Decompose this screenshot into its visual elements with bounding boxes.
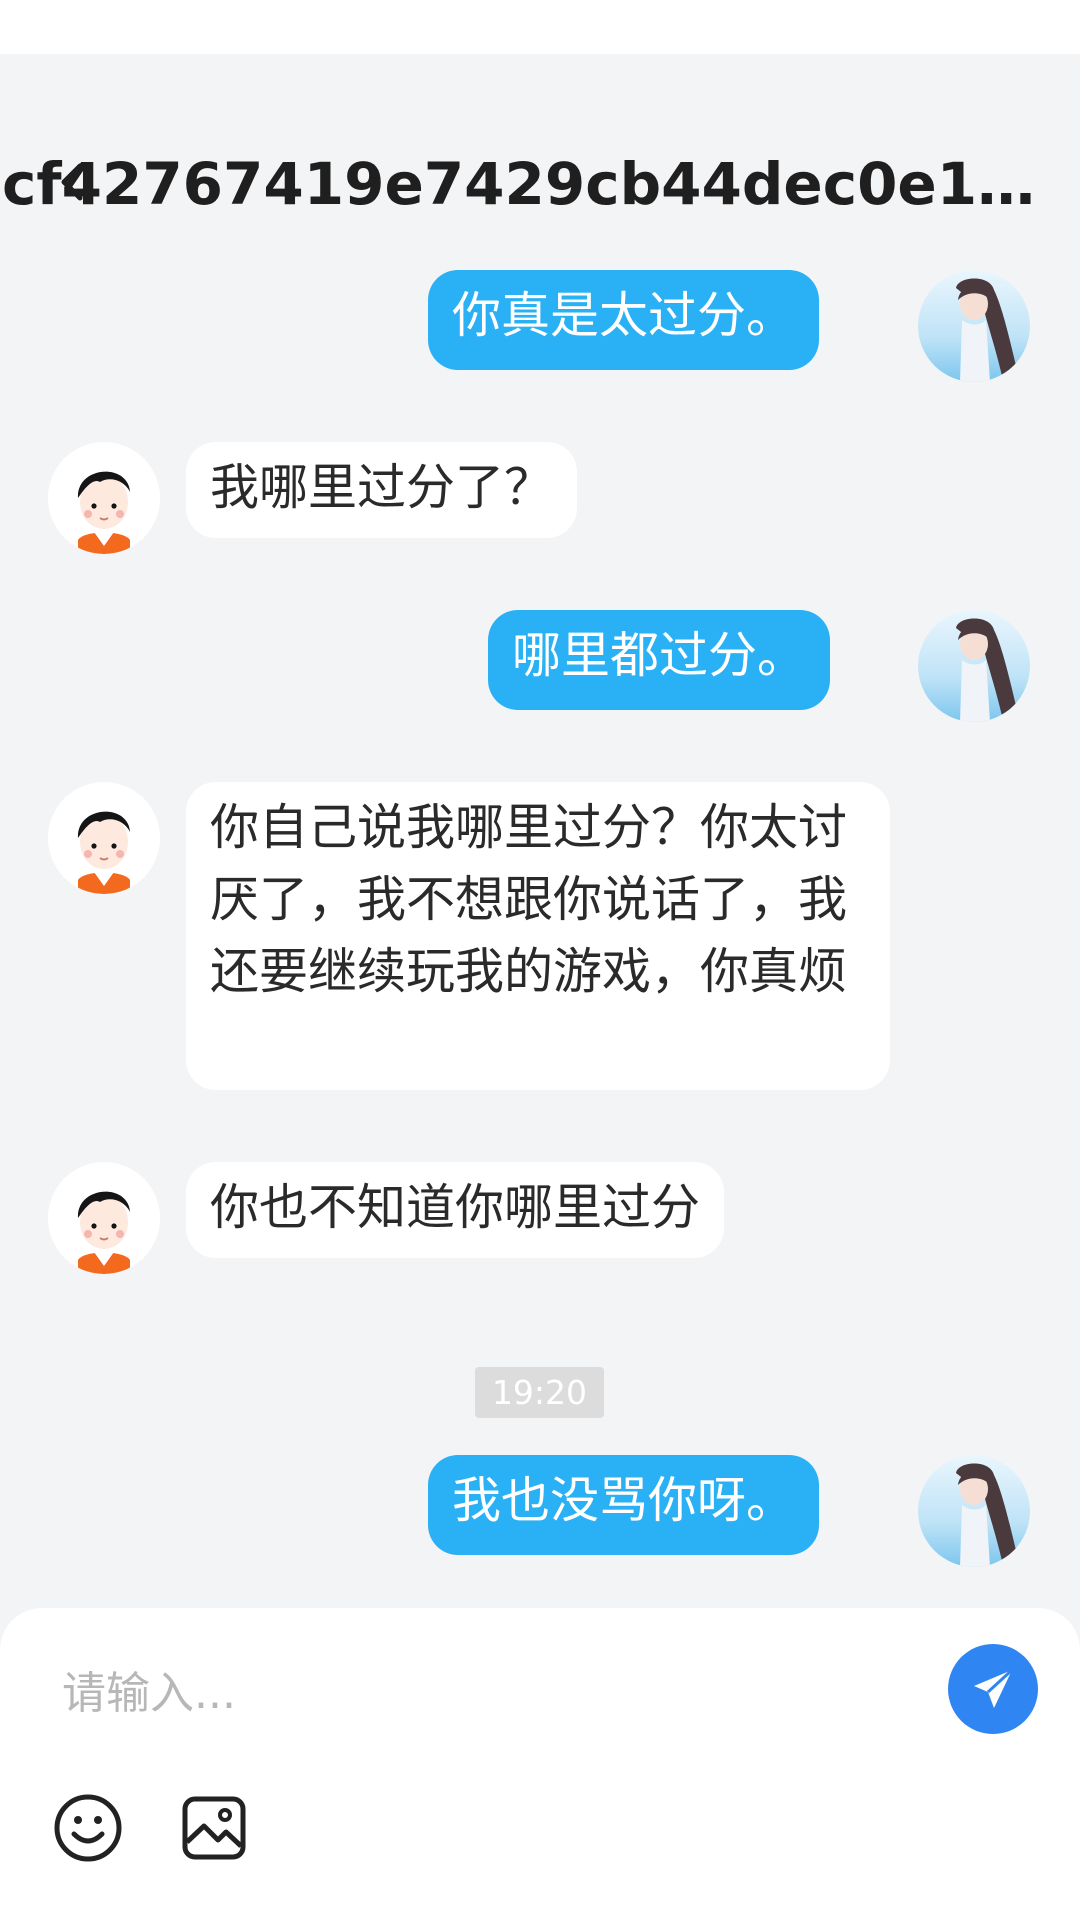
paper-plane-icon <box>974 1668 1014 1708</box>
avatar-self[interactable] <box>918 610 1030 722</box>
avatar-contact[interactable] <box>48 1162 160 1274</box>
boy-avatar-icon <box>48 1162 160 1274</box>
timestamp: 19:20 <box>475 1367 604 1418</box>
message-bubble-mine: 哪里都过分。 <box>488 610 831 710</box>
smiley-icon[interactable] <box>52 1792 124 1864</box>
avatar-self[interactable] <box>918 1455 1030 1567</box>
user-avatar-icon <box>918 610 1030 722</box>
message-input[interactable] <box>60 1644 904 1742</box>
message-composer <box>0 1608 1080 1920</box>
chat-header: cf42767419e7429cb44dec0e1f886... <box>0 120 1080 240</box>
avatar-contact[interactable] <box>48 782 160 894</box>
message-bubble-mine: 你真是太过分。 <box>428 270 820 370</box>
send-button[interactable] <box>948 1644 1038 1734</box>
message-bubble-theirs: 我哪里过分了？ <box>186 442 578 538</box>
status-bar <box>0 0 1080 54</box>
image-icon[interactable] <box>178 1792 250 1864</box>
avatar-contact[interactable] <box>48 442 160 554</box>
user-avatar-icon <box>918 270 1030 382</box>
message-bubble-theirs: 你也不知道你哪里过分 <box>186 1162 725 1258</box>
page-title: cf42767419e7429cb44dec0e1f886... <box>2 150 1052 218</box>
message-bubble-theirs: 你自己说我哪里过分？你太讨厌了，我不想跟你说话了，我还要继续玩我的游戏，你真烦 <box>186 782 890 1090</box>
message-bubble-mine: 我也没骂你呀。 <box>428 1455 820 1555</box>
boy-avatar-icon <box>48 782 160 894</box>
user-avatar-icon <box>918 1455 1030 1567</box>
avatar-self[interactable] <box>918 270 1030 382</box>
boy-avatar-icon <box>48 442 160 554</box>
